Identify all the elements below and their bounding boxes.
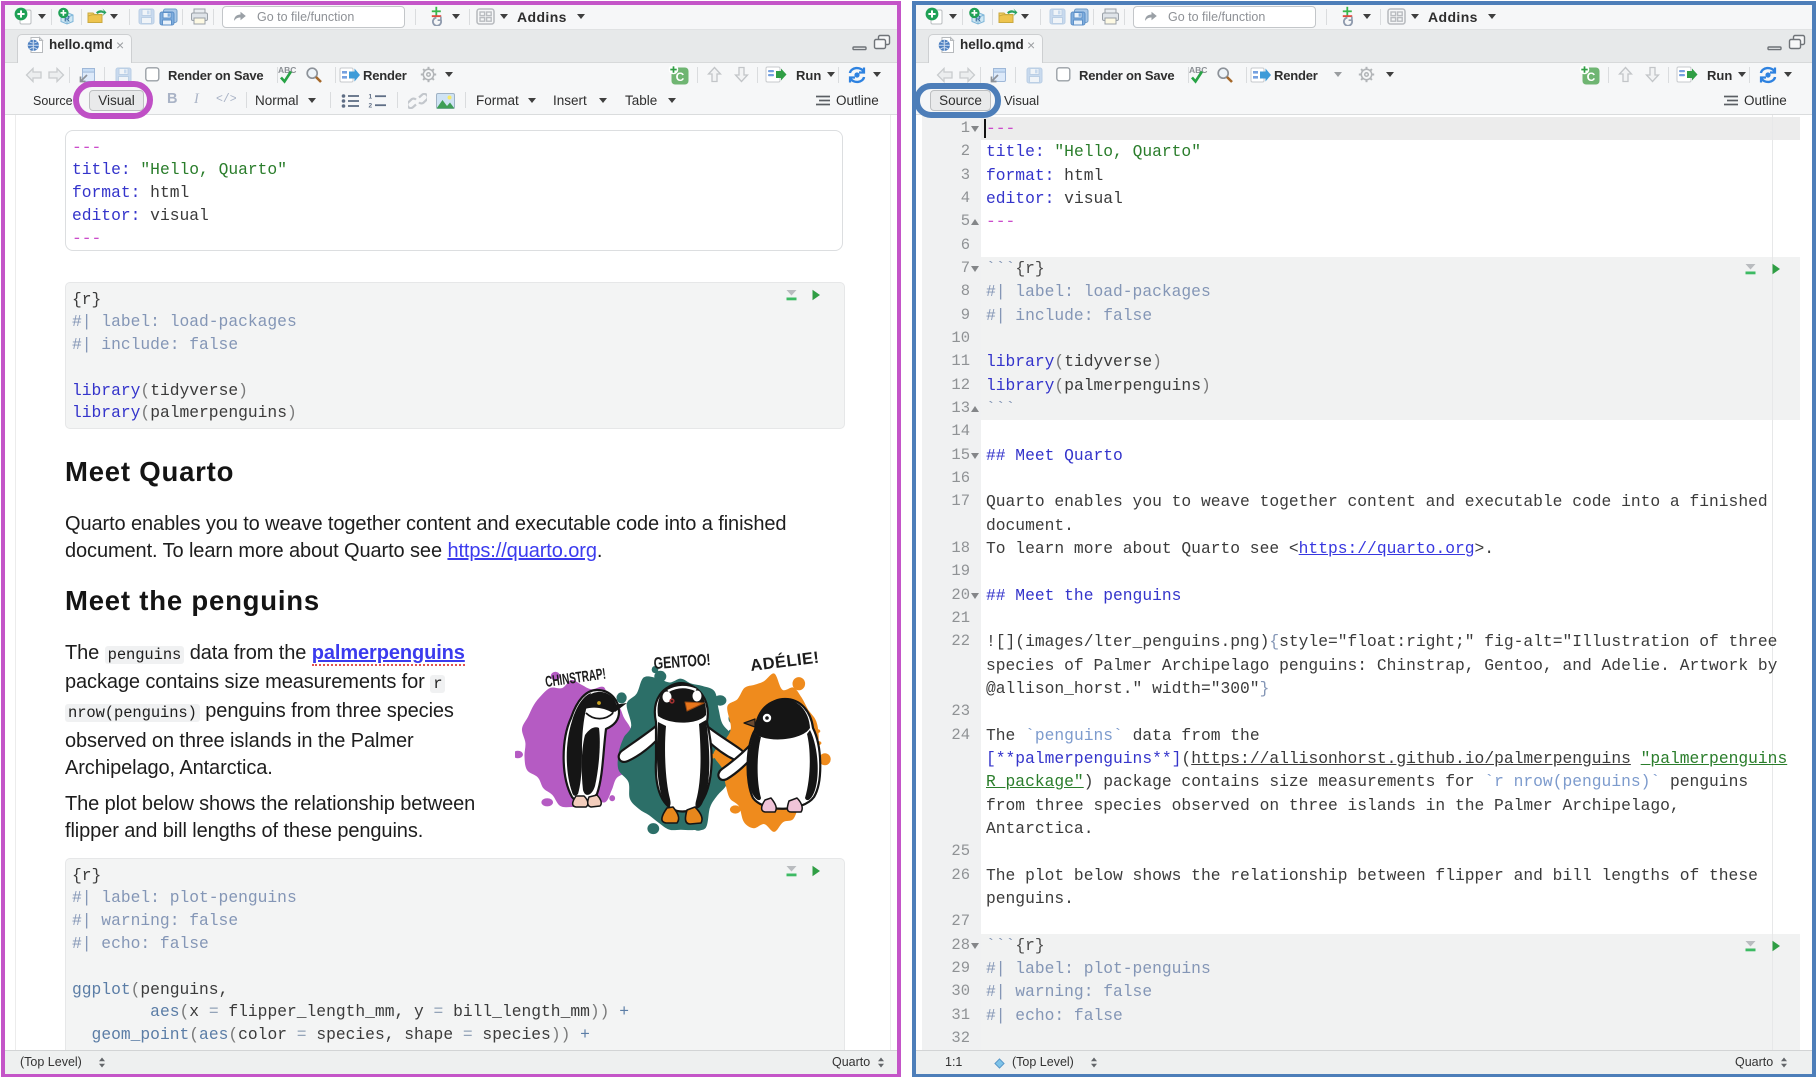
svg-text:ABC: ABC (1189, 65, 1207, 75)
svg-text:2: 2 (369, 103, 373, 110)
svg-text:1: 1 (369, 94, 373, 101)
svg-text:ABC: ABC (278, 65, 296, 75)
svg-text:ADÉLIE!: ADÉLIE! (749, 648, 820, 675)
svg-text:GENTOO!: GENTOO! (653, 651, 711, 673)
